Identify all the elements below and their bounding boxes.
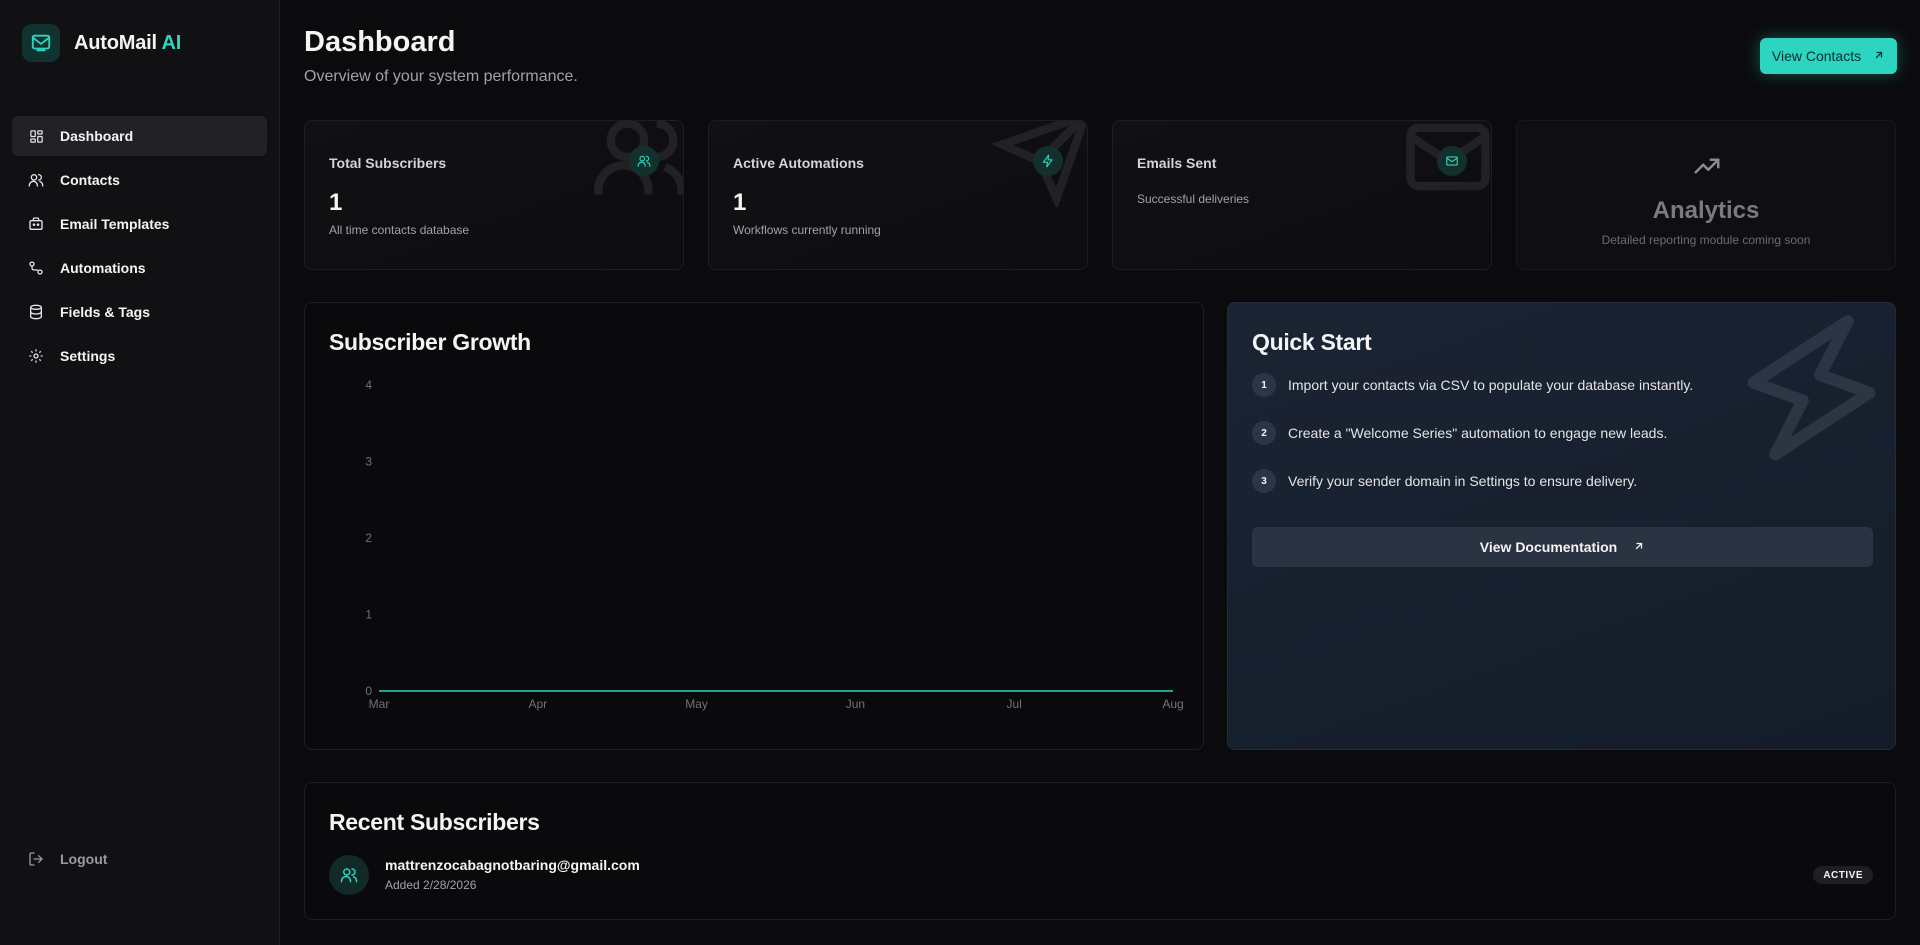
- avatar: [329, 855, 369, 895]
- x-tick-label: Jul: [1007, 697, 1022, 711]
- step-text: Create a "Welcome Series" automation to …: [1288, 425, 1668, 441]
- status-badge: ACTIVE: [1813, 866, 1873, 884]
- list-item[interactable]: mattrenzocabagnotbaring@gmail.com Added …: [329, 855, 1873, 895]
- users-icon: [28, 172, 44, 188]
- recent-subscribers-title: Recent Subscribers: [329, 809, 540, 835]
- view-documentation-button[interactable]: View Documentation: [1252, 527, 1873, 567]
- step-text: Import your contacts via CSV to populate…: [1288, 377, 1694, 393]
- dashboard-icon: [28, 128, 44, 144]
- sidebar-item-label: Settings: [60, 348, 116, 364]
- subscriber-growth-chart: 0 1 2 3 4 Mar Apr May Jun Jul Aug: [365, 378, 1183, 711]
- sidebar-item-label: Automations: [60, 260, 146, 276]
- page-title: Dashboard: [304, 26, 456, 58]
- x-tick-label: Mar: [369, 697, 390, 711]
- analytics-desc: Detailed reporting module coming soon: [1601, 233, 1811, 247]
- mail-logo-icon: [22, 24, 60, 62]
- stat-desc: All time contacts database: [329, 223, 470, 237]
- y-tick-label: 4: [365, 378, 372, 392]
- step-number: 2: [1252, 421, 1276, 445]
- arrow-up-right-icon: [1873, 48, 1885, 64]
- x-tick-label: Aug: [1162, 697, 1183, 711]
- brand-accent: AI: [161, 31, 182, 54]
- stat-card-total-subscribers: Total Subscribers 1 All time contacts da…: [304, 120, 684, 270]
- quick-start-step: 3 Verify your sender domain in Settings …: [1252, 469, 1693, 493]
- y-tick-label: 2: [365, 531, 372, 545]
- stat-desc: Workflows currently running: [733, 223, 881, 237]
- gear-icon: [28, 348, 44, 364]
- stat-card-emails-sent: Emails Sent Successful deliveries: [1112, 120, 1492, 270]
- arrow-up-right-icon: [1633, 539, 1645, 555]
- sidebar-item-label: Email Templates: [60, 216, 170, 232]
- sidebar-item-contacts[interactable]: Contacts: [12, 160, 267, 200]
- sidebar: AutoMail AI Dashboard Contacts Email Tem…: [0, 0, 280, 945]
- step-number: 3: [1252, 469, 1276, 493]
- template-icon: [28, 216, 44, 232]
- sidebar-item-label: Contacts: [60, 172, 120, 188]
- database-icon: [28, 304, 44, 320]
- page-subtitle: Overview of your system performance.: [304, 68, 578, 85]
- sidebar-item-automations[interactable]: Automations: [12, 248, 267, 288]
- sidebar-item-label: Fields & Tags: [60, 304, 150, 320]
- quick-start-step: 1 Import your contacts via CSV to popula…: [1252, 373, 1693, 397]
- view-documentation-label: View Documentation: [1479, 539, 1618, 555]
- subscriber-email: mattrenzocabagnotbaring@gmail.com: [385, 857, 640, 873]
- quick-start-step: 2 Create a "Welcome Series" automation t…: [1252, 421, 1693, 445]
- subscriber-growth-card: Subscriber Growth 0 1 2 3 4 Mar Apr May Jun Jul Au…: [304, 302, 1204, 750]
- trending-up-icon: [1694, 158, 1720, 174]
- stat-title: Emails Sent: [1137, 155, 1217, 171]
- view-contacts-button[interactable]: View Contacts: [1760, 38, 1897, 74]
- x-tick-label: May: [685, 697, 708, 711]
- analytics-title: Analytics: [1652, 197, 1760, 224]
- step-text: Verify your sender domain in Settings to…: [1288, 473, 1638, 489]
- x-tick-label: Apr: [528, 697, 547, 711]
- stat-value: 1: [329, 189, 343, 216]
- logout-label: Logout: [60, 851, 108, 867]
- stat-title: Active Automations: [733, 155, 864, 171]
- step-number: 1: [1252, 373, 1276, 397]
- users-icon: [629, 146, 659, 176]
- x-tick-label: Jun: [846, 697, 865, 711]
- logout-button[interactable]: Logout: [28, 851, 107, 867]
- y-tick-label: 0: [365, 684, 372, 698]
- brand[interactable]: AutoMail AI: [22, 24, 181, 62]
- y-tick-label: 3: [365, 455, 372, 469]
- workflow-icon: [28, 260, 44, 276]
- sidebar-item-dashboard[interactable]: Dashboard: [12, 116, 267, 156]
- logout-icon: [28, 851, 44, 867]
- subscriber-added-date: Added 2/28/2026: [385, 878, 477, 892]
- stat-desc: Successful deliveries: [1137, 192, 1250, 206]
- y-tick-label: 1: [365, 608, 372, 622]
- quick-start-steps: 1 Import your contacts via CSV to popula…: [1252, 373, 1693, 517]
- analytics-card: Analytics Detailed reporting module comi…: [1516, 120, 1896, 270]
- sidebar-item-fields-tags[interactable]: Fields & Tags: [12, 292, 267, 332]
- quick-start-card: Quick Start 1 Import your contacts via C…: [1227, 302, 1896, 750]
- stat-value: 1: [733, 189, 747, 216]
- stat-card-active-automations: Active Automations 1 Workflows currently…: [708, 120, 1088, 270]
- recent-subscribers-card: Recent Subscribers mattrenzocabagnotbari…: [304, 782, 1896, 920]
- sidebar-item-email-templates[interactable]: Email Templates: [12, 204, 267, 244]
- mail-icon: [1437, 146, 1467, 176]
- stat-title: Total Subscribers: [329, 155, 447, 171]
- bolt-icon: [1033, 146, 1063, 176]
- users-icon: [340, 868, 358, 883]
- brand-name: AutoMail AI: [74, 31, 182, 54]
- sidebar-item-settings[interactable]: Settings: [12, 336, 267, 376]
- view-contacts-label: View Contacts: [1771, 48, 1862, 64]
- sidebar-item-label: Dashboard: [60, 128, 134, 144]
- sidebar-nav: Dashboard Contacts Email Templates Autom…: [12, 116, 267, 380]
- quick-start-title: Quick Start: [1252, 329, 1372, 355]
- bolt-watermark-icon: [1747, 315, 1876, 461]
